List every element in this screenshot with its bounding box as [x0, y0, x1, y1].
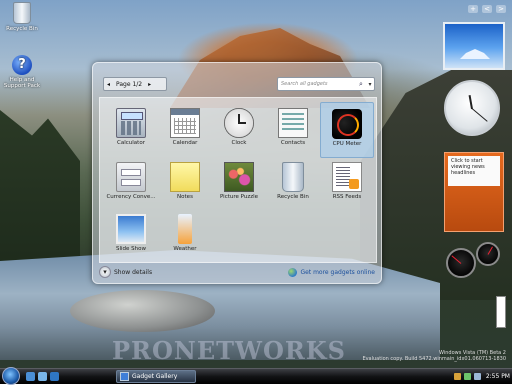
network-icon[interactable] — [453, 373, 461, 380]
desktop-icon-label: Help and Support Pack — [3, 77, 41, 89]
watermark-logo: PRONETWORKS — [112, 336, 346, 365]
gadget-gallery-icon — [120, 372, 129, 381]
gadget-label: CPU Meter — [332, 141, 362, 147]
gadget-grid: Calculator Calendar Clock Contacts CPU M… — [99, 97, 377, 263]
clock-minute-hand — [471, 108, 488, 122]
gadget-label: Contacts — [280, 140, 306, 146]
windows-sidebar: + < > Click to start viewing news headli… — [438, 0, 512, 368]
currency-icon — [116, 162, 146, 192]
gallery-footer: ▾ Show details Get more gadgets online — [99, 265, 375, 279]
show-details-button[interactable]: ▾ Show details — [99, 266, 152, 278]
gadget-tile-contacts[interactable]: Contacts — [266, 102, 320, 158]
recycle-bin-icon — [13, 2, 31, 24]
page-navigator[interactable]: ◂ Page 1/2 ▸ — [103, 77, 167, 91]
headlines-text: Click to start viewing news headlines — [448, 156, 500, 186]
gadget-label: Notes — [177, 194, 193, 200]
gadget-tile-notes[interactable]: Notes — [158, 156, 212, 212]
gadget-tile-calendar[interactable]: Calendar — [158, 102, 212, 158]
gallery-header: ◂ Page 1/2 ▸ Search all gadgets ⌕ ▾ — [99, 77, 375, 91]
clock-time[interactable]: 2:55 PM — [486, 373, 510, 380]
gadget-label: Calculator — [117, 140, 145, 146]
search-dropdown-icon[interactable]: ▾ — [366, 81, 374, 88]
gadget-tile-recycle-bin[interactable]: Recycle Bin — [266, 156, 320, 212]
clock-hour-hand — [468, 95, 473, 110]
contacts-icon — [278, 108, 308, 138]
gadget-tile-slide-show[interactable]: Slide Show — [104, 208, 158, 264]
switch-windows-icon[interactable] — [38, 372, 47, 381]
security-icon[interactable] — [463, 373, 471, 380]
gadget-label: RSS Feeds — [332, 194, 362, 200]
forest-left — [0, 110, 80, 280]
slideshow-gadget[interactable] — [443, 22, 505, 70]
desktop-icon-label: Recycle Bin — [6, 26, 38, 32]
search-input[interactable]: Search all gadgets — [278, 81, 356, 87]
gadget-label: Calendar — [172, 140, 198, 146]
show-details-label: Show details — [114, 268, 153, 276]
taskbar-button-gadget-gallery[interactable]: Gadget Gallery — [116, 370, 196, 383]
gadget-label: Currency Conve... — [106, 194, 156, 200]
gadget-tile-rss-feeds[interactable]: RSS Feeds — [320, 156, 374, 212]
gadget-label: Picture Puzzle — [219, 194, 259, 200]
next-button[interactable]: > — [496, 5, 506, 13]
gadget-tile-cpu-meter[interactable]: CPU Meter — [320, 102, 374, 158]
help-icon: ? — [12, 55, 32, 75]
gadget-label: Weather — [173, 246, 197, 252]
start-button[interactable] — [2, 367, 20, 385]
page-previous-icon[interactable]: ◂ — [104, 81, 113, 88]
gadget-label: Recycle Bin — [277, 194, 309, 200]
gadget-gallery-window: ◂ Page 1/2 ▸ Search all gadgets ⌕ ▾ Calc… — [92, 62, 382, 284]
search-icon[interactable]: ⌕ — [356, 80, 366, 89]
gadget-tile-clock[interactable]: Clock — [212, 102, 266, 158]
memory-gauge — [476, 242, 500, 266]
calendar-icon — [170, 108, 200, 138]
gadget-tile-weather[interactable]: Weather — [158, 208, 212, 264]
chevron-down-icon: ▾ — [99, 266, 111, 278]
cpu-gauge — [446, 248, 476, 278]
notes-icon — [170, 162, 200, 192]
taskbar: Gadget Gallery 2:55 PM — [0, 367, 512, 385]
search-box[interactable]: Search all gadgets ⌕ ▾ — [277, 77, 375, 91]
gadget-tile-currency[interactable]: Currency Conve... — [104, 156, 158, 212]
taskbar-button-label: Gadget Gallery — [132, 373, 178, 380]
picture-puzzle-icon — [224, 162, 254, 192]
system-tray: 2:55 PM — [453, 371, 510, 382]
rss-feeds-icon — [332, 162, 362, 192]
recycle-bin-icon — [282, 162, 304, 192]
page-next-icon[interactable]: ▸ — [145, 81, 154, 88]
sidebar-scroll-bar[interactable] — [496, 296, 506, 328]
gadget-label: Clock — [231, 140, 247, 146]
cpu-meter-icon — [332, 109, 362, 139]
globe-icon — [288, 267, 298, 277]
clock-icon — [224, 108, 254, 138]
slide-show-icon — [116, 214, 146, 244]
get-more-label: Get more gadgets online — [300, 268, 375, 276]
desktop-icon-help[interactable]: ? Help and Support Pack — [2, 55, 42, 89]
get-more-gadgets-link[interactable]: Get more gadgets online — [288, 267, 375, 277]
gadget-label: Slide Show — [115, 246, 146, 252]
cpu-meter-gadget[interactable] — [446, 242, 504, 278]
previous-button[interactable]: < — [482, 5, 492, 13]
show-desktop-icon[interactable] — [26, 372, 35, 381]
feed-headlines-gadget[interactable]: Click to start viewing news headlines — [444, 152, 504, 232]
page-label: Page 1/2 — [116, 80, 143, 88]
calculator-icon — [116, 108, 146, 138]
clock-gadget[interactable] — [444, 80, 500, 136]
lake-rock — [70, 290, 215, 332]
weather-icon — [178, 214, 192, 244]
add-gadget-button[interactable]: + — [468, 5, 478, 13]
volume-icon[interactable] — [473, 373, 481, 380]
desktop-icon-recycle-bin[interactable]: Recycle Bin — [2, 2, 42, 32]
gadget-tile-calculator[interactable]: Calculator — [104, 102, 158, 158]
sidebar-top-controls: + < > — [438, 0, 512, 18]
gadget-tile-picture-puzzle[interactable]: Picture Puzzle — [212, 156, 266, 212]
internet-explorer-icon[interactable] — [50, 372, 59, 381]
